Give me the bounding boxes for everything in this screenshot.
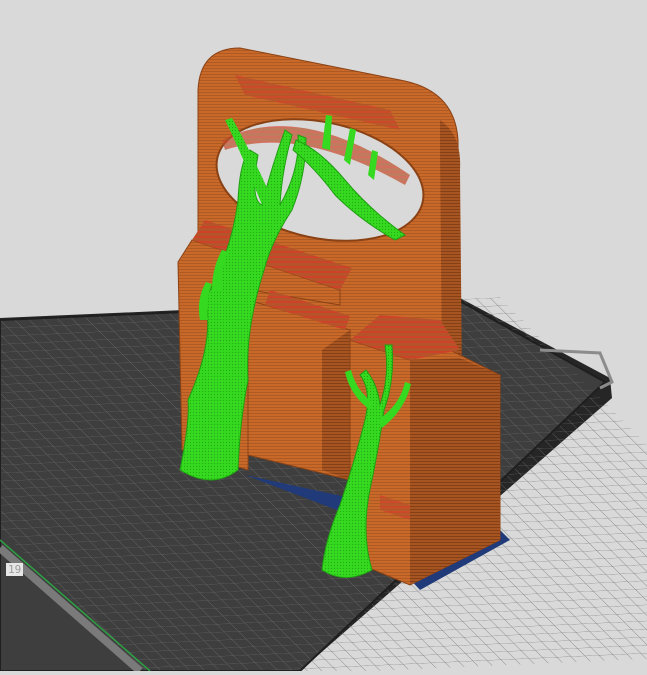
scene-canvas[interactable] xyxy=(0,0,647,675)
bed-corner-mark: 19 xyxy=(6,563,24,576)
3d-viewport[interactable]: 19 xyxy=(0,0,647,675)
